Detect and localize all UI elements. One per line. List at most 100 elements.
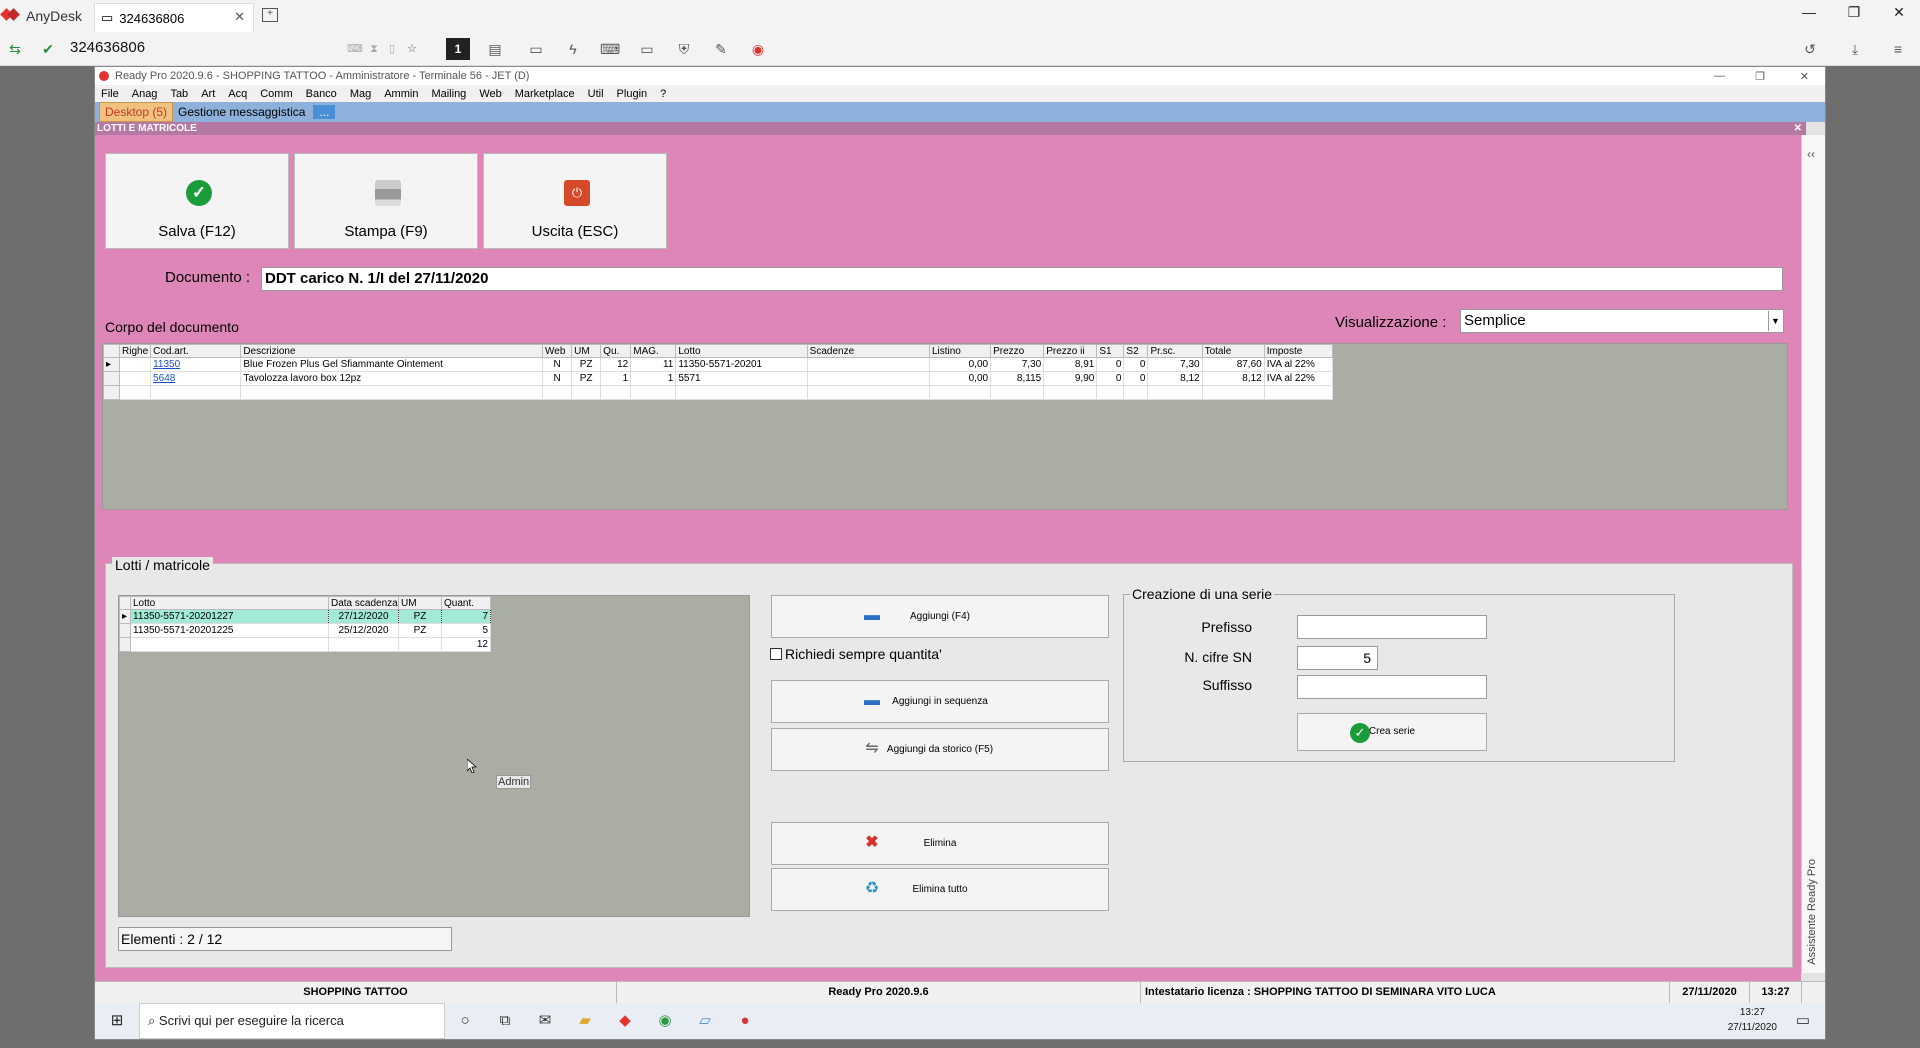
column-header[interactable]: Righe — [119, 344, 152, 358]
cell-quant[interactable]: 5 — [441, 623, 491, 638]
cell-um[interactable]: PZ — [398, 623, 442, 638]
suffisso-input[interactable] — [1297, 675, 1487, 699]
history-icon[interactable]: ↺ — [1800, 40, 1820, 58]
chat-icon[interactable]: ▭ — [526, 40, 546, 58]
menu-item-file[interactable]: File — [101, 88, 119, 100]
windows-start-icon[interactable]: ⊞ — [95, 1003, 139, 1039]
cod-art-link[interactable]: 5648 — [153, 373, 175, 384]
elimina-button[interactable]: ✖ Elimina — [771, 822, 1109, 865]
menu-icon[interactable]: ≡ — [1888, 40, 1908, 58]
menu-item-marketplace[interactable]: Marketplace — [515, 88, 575, 100]
elimina-tutto-button[interactable]: ♻ Elimina tutto — [771, 868, 1109, 911]
record-icon[interactable]: ◉ — [748, 40, 768, 58]
visualizzazione-select[interactable]: Semplice ▼ — [1460, 309, 1784, 333]
row-indicator[interactable] — [119, 623, 131, 638]
column-header[interactable]: S2 — [1123, 344, 1149, 358]
cortana-icon[interactable]: ○ — [445, 1003, 485, 1039]
minimize-icon[interactable]: — — [1794, 4, 1824, 20]
menu-item-plugin[interactable]: Plugin — [617, 88, 648, 100]
n-cifre-input[interactable]: 5 — [1297, 646, 1378, 670]
ready-pro-taskbar-icon[interactable]: ● — [725, 1003, 765, 1039]
column-header[interactable]: UM — [398, 596, 442, 610]
keyboard-input-icon[interactable]: ⌨ — [600, 40, 620, 58]
menu-item-anag[interactable]: Anag — [132, 88, 158, 100]
permissions-icon[interactable]: ⛨ — [674, 40, 694, 58]
menu-item-art[interactable]: Art — [201, 88, 215, 100]
taskbar-search-input[interactable]: ⌕ Scrivi qui per eseguire la ricerca — [139, 1003, 445, 1039]
anydesk-taskbar-icon[interactable]: ◆ — [605, 1003, 645, 1039]
aggiungi-storico-button[interactable]: ⇋ Aggiungi da storico (F5) — [771, 728, 1109, 771]
file-transfer-icon[interactable]: ▤ — [485, 40, 505, 58]
cell-lotto[interactable]: 11350-5571-20201227 — [130, 609, 329, 624]
new-tab-icon[interactable]: + — [262, 8, 278, 22]
close-tab-icon[interactable]: ✕ — [234, 9, 245, 25]
chevron-down-icon[interactable]: ▼ — [1768, 311, 1782, 331]
row-indicator[interactable] — [102, 371, 121, 386]
close-window-icon[interactable]: ✕ — [1884, 4, 1914, 21]
menu-item-[interactable]: ? — [660, 88, 666, 100]
tab-messaggistica[interactable]: Gestione messaggistica — [173, 103, 310, 121]
aggiungi-button[interactable]: ▬ Aggiungi (F4) — [771, 595, 1109, 638]
notifications-icon[interactable]: ▭ — [1783, 1003, 1823, 1039]
lotti-row[interactable]: 11350-5571-20201225 25/12/2020 PZ 5 — [119, 623, 491, 638]
column-header[interactable]: Lotto — [675, 344, 808, 358]
column-header[interactable]: Prezzo ii — [1043, 344, 1098, 358]
checkbox-icon[interactable] — [770, 648, 782, 660]
column-header[interactable]: Lotto — [130, 596, 329, 610]
column-header[interactable]: Web — [542, 344, 573, 358]
cell-data[interactable]: 25/12/2020 — [328, 623, 399, 638]
menu-item-tab[interactable]: Tab — [170, 88, 188, 100]
menu-item-mailing[interactable]: Mailing — [431, 88, 466, 100]
pen-icon[interactable]: ✎ — [711, 40, 731, 58]
screen-selector[interactable]: 1 — [446, 38, 470, 60]
column-header[interactable]: S1 — [1096, 344, 1125, 358]
menu-item-util[interactable]: Util — [588, 88, 604, 100]
chrome-icon[interactable]: ◉ — [645, 1003, 685, 1039]
star-icon[interactable]: ☆ — [405, 42, 419, 56]
menu-item-banco[interactable]: Banco — [306, 88, 337, 100]
app-taskbar-icon[interactable]: ▱ — [685, 1003, 725, 1039]
address-field[interactable]: 324636806 — [70, 39, 145, 56]
menu-item-ammin[interactable]: Ammin — [384, 88, 418, 100]
column-header[interactable]: Pr.sc. — [1147, 344, 1203, 358]
task-view-icon[interactable]: ⧉ — [485, 1003, 525, 1039]
column-header[interactable]: Scadenze — [806, 344, 930, 358]
actions-icon[interactable]: ϟ — [563, 40, 583, 58]
column-header[interactable]: Quant. — [441, 596, 491, 610]
menu-item-comm[interactable]: Comm — [260, 88, 292, 100]
save-button[interactable]: ✓ Salva (F12) — [105, 153, 289, 249]
table-row[interactable]: ▸ 11350 Blue Frozen Plus Gel Sfiammante Oi… — [102, 357, 1334, 372]
column-header[interactable]: Data scadenza — [328, 596, 399, 610]
tab-more[interactable]: ... — [313, 105, 336, 119]
menu-item-acq[interactable]: Acq — [228, 88, 247, 100]
exit-button[interactable]: ⏻ Uscita (ESC) — [483, 153, 667, 249]
column-header[interactable]: Listino — [928, 344, 992, 358]
collapse-chevron-icon[interactable]: ‹‹ — [1807, 147, 1815, 161]
tab-desktop[interactable]: Desktop (5) — [99, 102, 174, 122]
menu-item-web[interactable]: Web — [479, 88, 501, 100]
crea-serie-button[interactable]: ✓ Crea serie — [1297, 713, 1487, 751]
cell-data[interactable]: 27/12/2020 — [328, 609, 399, 624]
row-indicator[interactable]: ▸ — [102, 357, 121, 372]
folder-icon[interactable]: ▰ — [565, 1003, 605, 1039]
column-header[interactable]: Prezzo — [990, 344, 1045, 358]
new-row[interactable] — [102, 385, 1334, 400]
column-header[interactable]: UM — [571, 344, 602, 358]
column-header[interactable]: Imposte — [1263, 344, 1334, 358]
column-header[interactable]: Qu. — [600, 344, 632, 358]
anydesk-session-tab[interactable]: ▭ 324636806 ✕ — [94, 3, 254, 32]
print-button[interactable]: Stampa (F9) — [294, 153, 478, 249]
table-row[interactable]: 5648 Tavolozza lavoro box 12pz N PZ 1 1 5571 0,… — [102, 371, 1334, 386]
column-header[interactable]: Totale — [1201, 344, 1265, 358]
restore-icon[interactable]: ❐ — [1839, 4, 1869, 21]
richiedi-quantita-checkbox[interactable]: Richiedi sempre quantita' — [770, 646, 942, 662]
assistente-label[interactable]: Assistente Ready Pro — [1806, 859, 1818, 965]
menu-item-mag[interactable]: Mag — [350, 88, 371, 100]
taskbar-clock[interactable]: 13:27 27/11/2020 — [1728, 1005, 1777, 1035]
cell-cod[interactable]: 11350 — [150, 357, 242, 372]
close-window-icon[interactable]: ✕ — [1800, 70, 1809, 83]
cell-um[interactable]: PZ — [398, 609, 442, 624]
display-icon[interactable]: ▭ — [637, 40, 657, 58]
mail-icon[interactable]: ✉ — [525, 1003, 565, 1039]
row-indicator[interactable]: ▸ — [119, 609, 131, 624]
